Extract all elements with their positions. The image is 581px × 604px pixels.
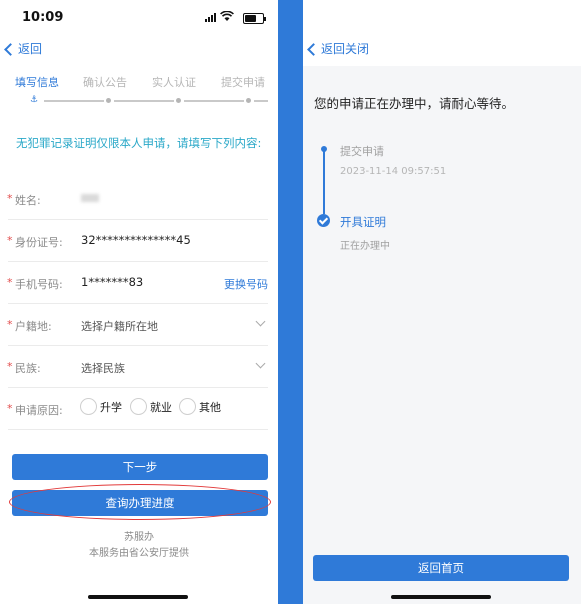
reason-option-label: 其他 [199, 400, 221, 414]
reason-option-label: 就业 [150, 400, 172, 414]
phone-label: 手机号码: [15, 278, 63, 291]
right-screen: 返回 关闭 您的申请正在办理中，请耐心等待。 提交申请 2023-11-14 0… [303, 0, 581, 604]
ethnicity-placeholder: 选择民族 [81, 362, 125, 375]
back-button[interactable]: 返回 [307, 40, 346, 57]
wifi-icon [220, 11, 234, 21]
status-message: 您的申请正在办理中，请耐心等待。 [314, 96, 515, 111]
status-time: 10:09 [22, 10, 64, 25]
nav-bar: 返回 [0, 38, 278, 60]
battery-icon [243, 13, 266, 24]
household-select[interactable]: * 户籍地: 选择户籍所在地 [0, 304, 278, 346]
notice-text: 无犯罪记录证明仅限本人申请，请填写下列内容: [16, 136, 262, 150]
signal-icon [205, 13, 216, 22]
check-circle-icon [317, 214, 330, 227]
radio-circle [80, 398, 97, 415]
id-label: 身份证号: [15, 236, 63, 249]
back-label: 返回 [321, 42, 346, 56]
timeline-dot-icon [321, 146, 327, 152]
form-row-phone: * 手机号码: 1*******83 更换号码 [0, 262, 278, 304]
form-row-id: * 身份证号: 32**************45 [0, 220, 278, 262]
step-identity-verify: 实人认证 [152, 76, 196, 89]
required-mark: * [7, 402, 13, 415]
timeline-step-time: 2023-11-14 09:57:51 [340, 166, 447, 177]
reason-radio-employment[interactable]: 就业 [130, 398, 172, 415]
ethnicity-select[interactable]: * 民族: 选择民族 [0, 346, 278, 388]
household-placeholder: 选择户籍所在地 [81, 320, 158, 333]
required-mark: * [7, 318, 13, 331]
timeline-step-title: 开具证明 [340, 215, 386, 229]
timeline-line [323, 150, 325, 214]
reason-radio-school[interactable]: 升学 [80, 398, 122, 415]
change-phone-link[interactable]: 更换号码 [224, 276, 268, 292]
back-button[interactable]: 返回 [4, 40, 43, 57]
nav-bar: 返回 关闭 [303, 38, 581, 60]
reason-label: 申请原因: [15, 404, 63, 417]
name-label: 姓名: [15, 194, 41, 207]
chevron-down-icon [255, 316, 266, 327]
left-screen: 10:09 返回 填写信息 确认公告 实人认证 提交申请 ⚓ 无犯罪记录证明仅限… [0, 0, 278, 604]
status-bar: 10:09 [0, 8, 278, 28]
form-row-reason: * 申请原因: 升学 就业 其他 [0, 388, 278, 430]
footer-brand: 苏服办 [124, 532, 154, 543]
timeline-step-title: 提交申请 [340, 145, 384, 158]
ethnicity-label: 民族: [15, 362, 41, 375]
timeline-step-status: 正在办理中 [340, 241, 390, 252]
step-progress-bar: ⚓ [30, 95, 270, 107]
next-step-button[interactable]: 下一步 [12, 454, 268, 480]
step-fill-info: 填写信息 [15, 76, 59, 89]
required-mark: * [7, 192, 13, 205]
reason-option-label: 升学 [100, 400, 122, 414]
close-button[interactable]: 关闭 [345, 40, 369, 57]
radio-circle [130, 398, 147, 415]
home-indicator [391, 595, 491, 599]
required-mark: * [7, 234, 13, 247]
step-submit: 提交申请 [221, 76, 265, 89]
radio-circle [179, 398, 196, 415]
back-label: 返回 [18, 42, 43, 56]
chevron-down-icon [255, 358, 266, 369]
return-home-button[interactable]: 返回首页 [313, 555, 569, 581]
anchor-icon: ⚓ [30, 95, 39, 105]
household-label: 户籍地: [15, 320, 52, 333]
home-indicator [88, 595, 188, 599]
form-row-name: * 姓名: [0, 178, 278, 220]
chevron-left-icon [307, 42, 320, 56]
step-confirm-notice: 确认公告 [83, 76, 127, 89]
query-progress-button[interactable]: 查询办理进度 [12, 490, 268, 516]
reason-radio-other[interactable]: 其他 [179, 398, 221, 415]
footer-provider: 本服务由省公安厅提供 [89, 548, 189, 559]
phone-value: 1*******83 [81, 275, 144, 289]
required-mark: * [7, 360, 13, 373]
chevron-left-icon [4, 42, 17, 56]
name-value-redacted [81, 194, 99, 202]
id-value: 32**************45 [81, 233, 191, 247]
required-mark: * [7, 276, 13, 289]
